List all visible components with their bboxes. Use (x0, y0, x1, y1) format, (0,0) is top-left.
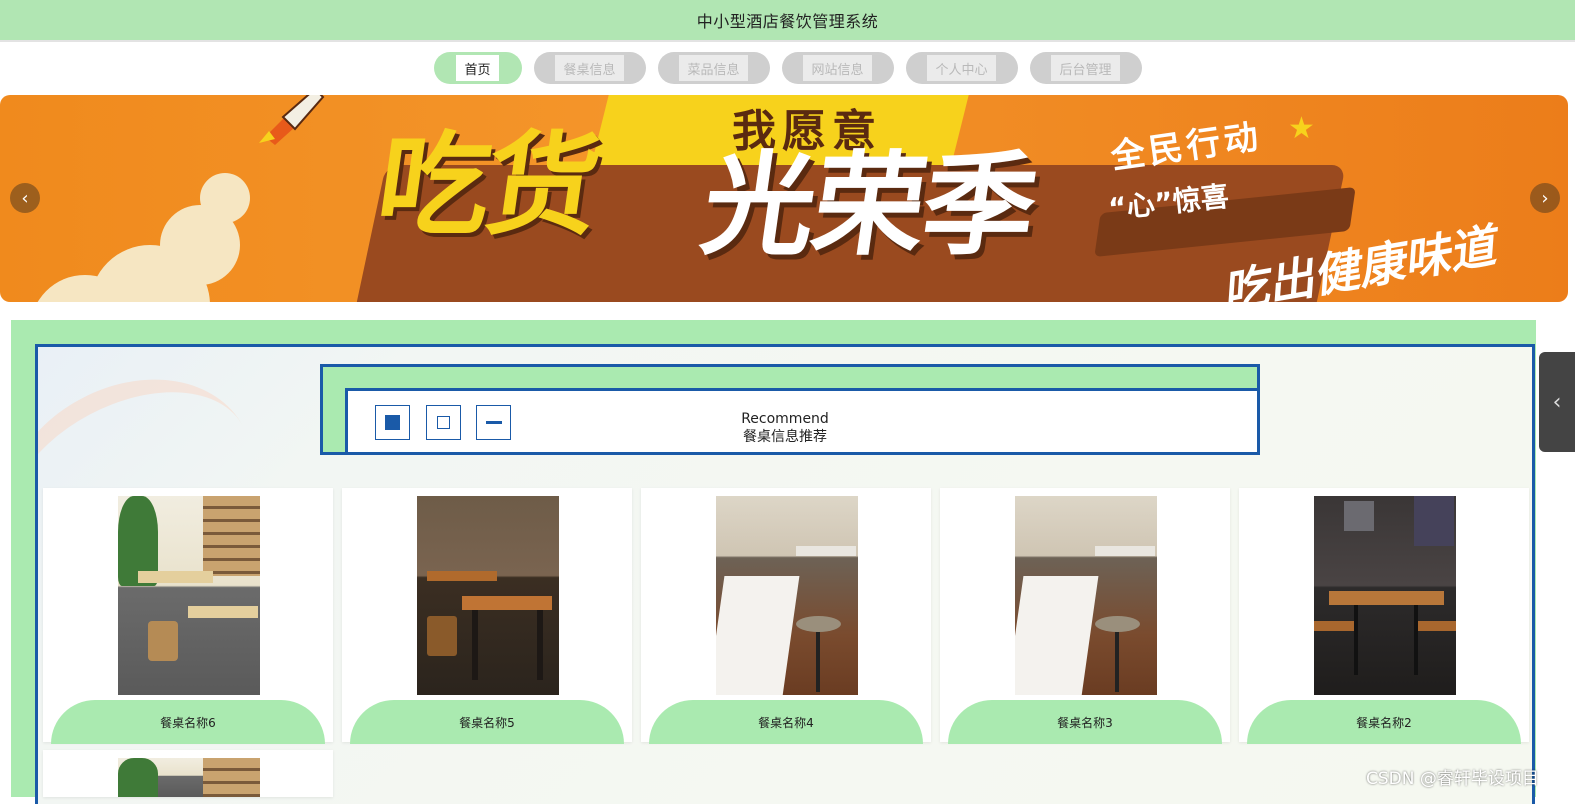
banner-big-text-2: 光荣季 (694, 141, 1043, 271)
table-photo (1015, 496, 1157, 695)
cloud-shape (200, 173, 250, 223)
table-card[interactable]: 餐桌名称4 (641, 488, 931, 744)
table-name-pill: 餐桌名称2 (1247, 700, 1521, 744)
star-icon: ★ (1288, 111, 1315, 146)
watermark-text: CSDN @睿轩毕设项目 (1366, 769, 1539, 789)
nav-item-label: 网站信息 (803, 55, 872, 81)
chevron-right-icon: › (1541, 187, 1549, 209)
main-nav: 首页 餐桌信息 菜品信息 网站信息 个人中心 后台管理 (0, 48, 1575, 88)
table-card[interactable]: 餐桌名称6 (43, 488, 333, 744)
recommend-title-en: Recommend (741, 411, 829, 427)
filled-square-icon (375, 405, 410, 440)
table-photo (716, 496, 858, 695)
table-card[interactable] (43, 750, 333, 797)
nav-item-tables[interactable]: 餐桌信息 (533, 52, 646, 84)
carousel-prev-button[interactable]: ‹ (10, 183, 40, 213)
table-photo (1314, 496, 1456, 695)
side-panel-toggle[interactable]: ‹ (1539, 352, 1575, 452)
chevron-left-icon: ‹ (1552, 389, 1562, 415)
table-photo (417, 496, 559, 695)
nav-item-dishes[interactable]: 菜品信息 (657, 52, 770, 84)
table-card[interactable]: 餐桌名称3 (940, 488, 1230, 744)
nav-item-profile[interactable]: 个人中心 (905, 52, 1018, 84)
hollow-square-icon (426, 405, 461, 440)
banner-big-text-1: 吃货 (369, 120, 604, 251)
banner-carousel[interactable]: 我愿意 吃货 光荣季 全民行动 ★ “心”惊喜 吃出健康味道 ‹ › (0, 95, 1568, 302)
nav-item-site-info[interactable]: 网站信息 (781, 52, 894, 84)
table-name-pill: 餐桌名称6 (51, 700, 325, 744)
table-name-pill: 餐桌名称5 (350, 700, 624, 744)
table-photo (118, 758, 260, 797)
table-name-pill: 餐桌名称4 (649, 700, 923, 744)
header-bar: 中小型酒店餐饮管理系统 (0, 0, 1575, 42)
dash-icon (476, 405, 511, 440)
nav-item-home[interactable]: 首页 (433, 52, 522, 84)
table-card[interactable]: 餐桌名称2 (1239, 488, 1529, 744)
chevron-left-icon: ‹ (21, 187, 29, 209)
nav-item-label: 个人中心 (927, 55, 996, 81)
site-title: 中小型酒店餐饮管理系统 (696, 12, 879, 31)
nav-item-label: 首页 (456, 55, 499, 81)
nav-item-label: 餐桌信息 (555, 55, 624, 81)
recommend-title-cn: 餐桌信息推荐 (743, 429, 827, 445)
nav-item-admin[interactable]: 后台管理 (1029, 52, 1142, 84)
table-card[interactable]: 餐桌名称5 (342, 488, 632, 744)
rocket-icon (259, 95, 325, 145)
nav-item-label: 菜品信息 (679, 55, 748, 81)
nav-item-label: 后台管理 (1051, 55, 1120, 81)
table-name-pill: 餐桌名称3 (948, 700, 1222, 744)
table-photo (118, 496, 260, 695)
recommend-title: Recommend 餐桌信息推荐 (660, 410, 910, 446)
carousel-next-button[interactable]: › (1530, 183, 1560, 213)
